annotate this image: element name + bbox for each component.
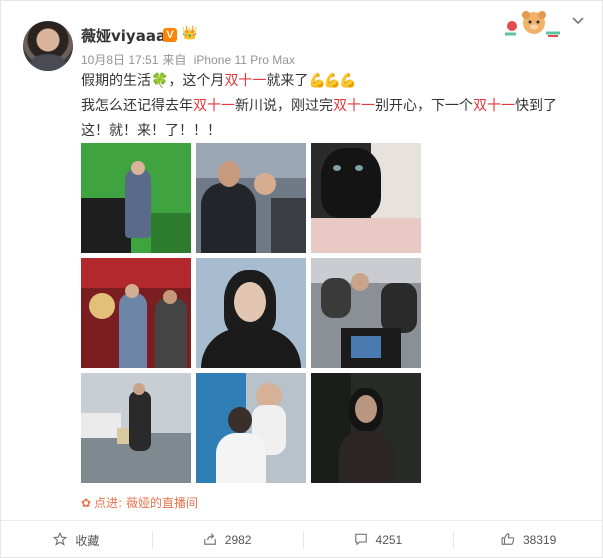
photo-thumbnail[interactable] <box>81 143 191 253</box>
like-count: 38319 <box>522 533 557 547</box>
verified-badge: V <box>163 28 177 42</box>
favorite-button[interactable]: 收藏 <box>1 521 152 558</box>
post-line-3: 这！就！来！了！！！ <box>81 123 221 139</box>
thumbs-up-icon <box>501 532 515 549</box>
device-prefix: 来自 <box>162 53 187 67</box>
text-segment: 快到了 <box>515 98 557 114</box>
vip-crown-icon: 👑 <box>181 26 199 41</box>
photo-thumbnail[interactable] <box>196 373 306 483</box>
like-button[interactable]: 38319 <box>453 521 603 558</box>
source-link[interactable]: ✿ 点进: 薇娅的直播间 <box>81 494 198 511</box>
photo-thumbnail[interactable] <box>311 258 421 368</box>
text-segment: 别开心，下一个 <box>375 98 473 114</box>
topic-link[interactable]: 双十一 <box>224 73 266 89</box>
comment-icon <box>354 532 368 549</box>
share-button[interactable]: 2982 <box>151 521 303 558</box>
device-name[interactable]: iPhone 11 Pro Max <box>194 53 295 67</box>
topic-link[interactable]: 双十一 <box>333 98 375 114</box>
photo-thumbnail[interactable] <box>196 258 306 368</box>
post-meta: 10月8日 17:51 来自 iPhone 11 Pro Max <box>81 51 299 68</box>
chevron-down-icon[interactable] <box>569 15 587 29</box>
share-icon <box>203 532 217 549</box>
comment-count: 4251 <box>375 533 403 547</box>
favorite-label: 收藏 <box>75 533 100 548</box>
photo-thumbnail[interactable] <box>311 373 421 483</box>
text-segment: 我怎么还记得去年 <box>81 98 193 114</box>
source-name[interactable]: 薇娅的直播间 <box>126 496 198 510</box>
topic-link[interactable]: 双十一 <box>473 98 515 114</box>
post-text: 假期的生活🍀，这个月双十一就来了💪💪💪 我怎么还记得去年双十一新川说，刚过完双十… <box>81 69 586 144</box>
weibo-post-card: 薇娅viyaaa V 👑 10月8日 17:51 来自 iPhone 11 Pro… <box>0 0 603 558</box>
post-line-1: 假期的生活🍀，这个月双十一就来了💪💪💪 <box>81 69 586 94</box>
username[interactable]: 薇娅viyaaa <box>81 25 166 46</box>
clover-emoji-icon: 🍀 <box>151 73 169 89</box>
action-bar: 收藏 2982 4251 38319 <box>1 521 603 558</box>
avatar[interactable] <box>23 21 73 71</box>
flower-icon: ✿ <box>81 496 92 510</box>
muscle-emoji-icon: 💪💪💪 <box>308 73 356 89</box>
comment-button[interactable]: 4251 <box>302 521 454 558</box>
bear-decoration-icon <box>505 11 560 37</box>
text-segment: 新川说，刚过完 <box>235 98 333 114</box>
photo-thumbnail[interactable] <box>311 143 421 253</box>
text-segment: 假期的生活 <box>81 73 151 89</box>
topic-link[interactable]: 双十一 <box>193 98 235 114</box>
photo-thumbnail[interactable] <box>81 258 191 368</box>
photo-thumbnail[interactable] <box>196 143 306 253</box>
text-segment: ，这个月 <box>168 73 225 89</box>
photo-thumbnail[interactable] <box>81 373 191 483</box>
post-date[interactable]: 10月8日 17:51 <box>81 53 158 67</box>
star-icon <box>53 531 68 549</box>
text-segment: 就来了 <box>266 73 309 89</box>
photo-grid <box>81 143 421 483</box>
source-prefix: 点进: <box>94 496 123 510</box>
share-count: 2982 <box>224 533 252 547</box>
post-line-2: 我怎么还记得去年双十一新川说，刚过完双十一别开心，下一个双十一快到了 <box>81 94 586 119</box>
